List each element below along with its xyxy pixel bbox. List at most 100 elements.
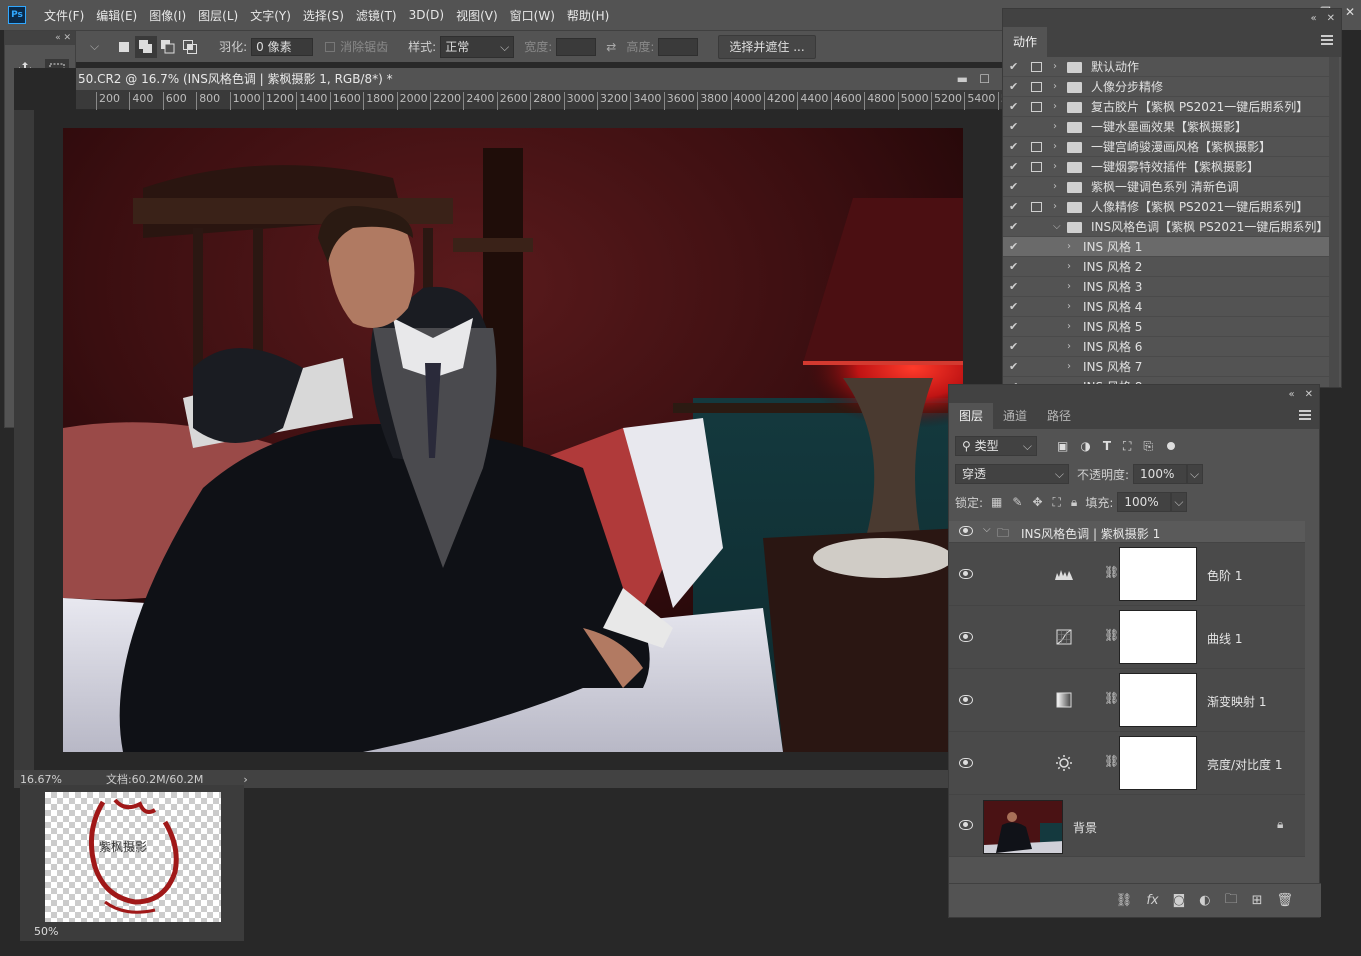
brightness-icon[interactable] (1053, 754, 1075, 772)
close-icon[interactable]: ✕ (1305, 389, 1313, 400)
menu-edit[interactable]: 编辑(E) (90, 7, 143, 24)
opacity-chevron-icon[interactable]: ⌵ (1187, 464, 1204, 484)
menu-filter[interactable]: 滤镜(T) (350, 7, 403, 24)
adjustment-layer-icon[interactable]: ◐ (1199, 893, 1210, 908)
visibility-eye-icon[interactable] (959, 526, 973, 536)
gradient-map-icon[interactable] (1053, 691, 1075, 709)
chevron-right-icon[interactable]: › (1053, 137, 1063, 157)
dialog-toggle-icon[interactable] (1031, 102, 1042, 112)
lock-all-icon[interactable]: 🔒︎ (1071, 495, 1077, 510)
action-set[interactable]: ✔ › 默认动作 (1003, 57, 1329, 77)
menu-view[interactable]: 视图(V) (450, 7, 504, 24)
chevron-right-icon[interactable]: › (1053, 157, 1063, 177)
tab-layers[interactable]: 图层 (949, 403, 994, 429)
new-selection-icon[interactable] (113, 36, 135, 58)
action-set[interactable]: ✔ › 复古胶片【紫枫 PS2021一键后期系列】 (1003, 97, 1329, 117)
collapse-icon[interactable]: « (55, 33, 61, 43)
adjustment-layer-row[interactable]: ⛓︎ 曲线 1 (949, 606, 1305, 669)
adjustment-layer-row[interactable]: ⛓︎ 亮度/对比度 1 (949, 732, 1305, 795)
chevron-right-icon[interactable]: › (1067, 297, 1077, 317)
fill-input[interactable]: 100% (1117, 492, 1172, 512)
chevron-right-icon[interactable]: › (1053, 177, 1063, 197)
blend-mode-select[interactable]: 穿透 ⌵ (955, 464, 1069, 484)
chevron-down-icon[interactable]: ⌵ (1053, 217, 1063, 237)
delete-layer-icon[interactable]: 🗑︎ (1276, 893, 1293, 908)
background-layer-row[interactable]: 背景 🔒︎ (949, 795, 1305, 857)
navigator-thumbnail[interactable]: 紫枫摄影 (45, 792, 221, 922)
close-icon[interactable]: ✕ (63, 33, 71, 43)
check-icon[interactable]: ✔ (1009, 317, 1021, 337)
visibility-eye-icon[interactable] (959, 820, 973, 830)
add-selection-icon[interactable] (135, 35, 158, 58)
mask-link-icon[interactable]: ⛓︎ (1104, 754, 1119, 768)
zoom-level[interactable]: 16.67% (20, 773, 62, 786)
menu-3d[interactable]: 3D(D) (403, 8, 450, 22)
chevron-right-icon[interactable]: › (1067, 317, 1077, 337)
check-icon[interactable]: ✔ (1009, 97, 1021, 117)
doc-minimize-icon[interactable]: ▬ (957, 68, 968, 90)
document-tab[interactable]: 50.CR2 @ 16.7% (INS风格色调 | 紫枫摄影 1, RGB/8*… (76, 68, 1002, 90)
close-icon[interactable]: ✕ (1327, 13, 1335, 24)
lock-pixels-icon[interactable]: ✎ (1012, 495, 1022, 509)
filter-pixel-icon[interactable]: ▣ (1057, 439, 1068, 453)
select-and-mask-button[interactable]: 选择并遮住 ... (718, 34, 816, 59)
add-mask-icon[interactable]: ◙ (1173, 893, 1186, 908)
status-arrow-icon[interactable]: › (243, 773, 247, 786)
dialog-toggle-icon[interactable] (1031, 62, 1042, 72)
check-icon[interactable]: ✔ (1009, 237, 1021, 257)
menu-file[interactable]: 文件(F) (38, 7, 90, 24)
check-icon[interactable]: ✔ (1009, 137, 1021, 157)
layer-mask-thumbnail[interactable] (1119, 610, 1197, 664)
check-icon[interactable]: ✔ (1009, 57, 1021, 77)
chevron-right-icon[interactable]: › (1053, 197, 1063, 217)
fill-chevron-icon[interactable]: ⌵ (1171, 492, 1188, 512)
menu-layer[interactable]: 图层(L) (192, 7, 244, 24)
chevron-right-icon[interactable]: › (1053, 77, 1063, 97)
layer-mask-thumbnail[interactable] (1119, 736, 1197, 790)
dialog-toggle-icon[interactable] (1031, 142, 1042, 152)
lock-transparent-icon[interactable]: ▦ (991, 495, 1002, 509)
menu-type[interactable]: 文字(Y) (244, 7, 297, 24)
action-item[interactable]: ✔ › INS 风格 7 (1003, 357, 1329, 377)
action-item[interactable]: ✔ › INS 风格 4 (1003, 297, 1329, 317)
chevron-right-icon[interactable]: › (1067, 337, 1077, 357)
navigator-zoom[interactable]: 50% (34, 925, 58, 938)
tab-actions[interactable]: 动作 (1003, 27, 1048, 57)
chevron-right-icon[interactable]: › (1053, 57, 1063, 77)
tool-preset-chevron-icon[interactable]: ⌵ (90, 39, 99, 54)
panel-menu-icon[interactable] (1321, 35, 1333, 45)
mask-link-icon[interactable]: ⛓︎ (1104, 565, 1119, 579)
fx-icon[interactable]: fx (1146, 893, 1158, 908)
collapse-icon[interactable]: « (1288, 389, 1294, 400)
check-icon[interactable]: ✔ (1009, 257, 1021, 277)
layer-mask-thumbnail[interactable] (1119, 673, 1197, 727)
check-icon[interactable]: ✔ (1009, 217, 1021, 237)
layer-mask-thumbnail[interactable] (1119, 547, 1197, 601)
menu-image[interactable]: 图像(I) (143, 7, 192, 24)
levels-icon[interactable] (1053, 565, 1075, 583)
action-set[interactable]: ✔ › 人像精修【紫枫 PS2021一键后期系列】 (1003, 197, 1329, 217)
opacity-input[interactable]: 100% (1133, 464, 1188, 484)
height-input[interactable] (658, 37, 699, 56)
check-icon[interactable]: ✔ (1009, 297, 1021, 317)
action-set[interactable]: ✔ › 一键宫崎骏漫画风格【紫枫摄影】 (1003, 137, 1329, 157)
action-set[interactable]: ✔ › 一键烟雾特效插件【紫枫摄影】 (1003, 157, 1329, 177)
visibility-eye-icon[interactable] (959, 632, 973, 642)
feather-input[interactable]: 0 像素 (251, 37, 314, 56)
action-set[interactable]: ✔ ⌵ INS风格色调【紫枫 PS2021一键后期系列】 (1003, 217, 1329, 237)
check-icon[interactable]: ✔ (1009, 77, 1021, 97)
adjustment-layer-row[interactable]: ⛓︎ 色阶 1 (949, 543, 1305, 606)
menu-select[interactable]: 选择(S) (297, 7, 350, 24)
check-icon[interactable]: ✔ (1009, 117, 1021, 137)
canvas-photo[interactable] (63, 128, 963, 752)
intersect-selection-icon[interactable] (179, 36, 201, 58)
tab-channels[interactable]: 通道 (993, 403, 1037, 429)
adjustment-layer-row[interactable]: ⛓︎ 渐变映射 1 (949, 669, 1305, 732)
width-input[interactable] (556, 37, 597, 56)
action-set[interactable]: ✔ › 紫枫一键调色系列 清新色调 (1003, 177, 1329, 197)
close-icon[interactable]: ✕ (1345, 5, 1355, 19)
action-item[interactable]: ✔ › INS 风格 3 (1003, 277, 1329, 297)
swap-icon[interactable]: ⇄ (606, 40, 616, 54)
lock-artboard-icon[interactable]: ⛶ (1053, 495, 1061, 510)
action-item[interactable]: ✔ › INS 风格 1 (1003, 237, 1329, 257)
